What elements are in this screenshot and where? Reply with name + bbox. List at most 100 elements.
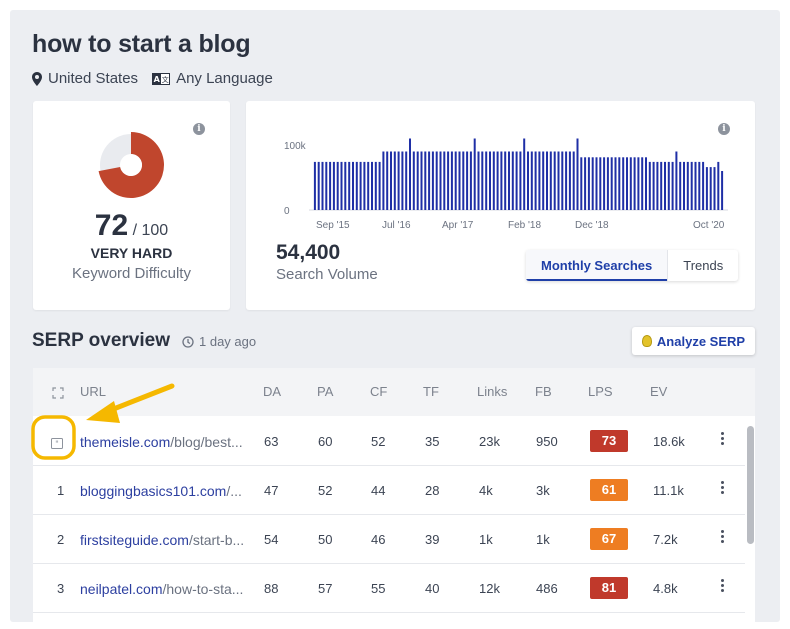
- difficulty-donut-chart: [98, 132, 164, 198]
- cell-cf: 44: [371, 483, 386, 498]
- result-path: /start-b...: [188, 532, 245, 548]
- lps-badge: 67: [590, 528, 628, 550]
- result-url[interactable]: themeisle.com/blog/best...: [80, 434, 252, 450]
- column-pa[interactable]: PA: [317, 384, 333, 399]
- keyword-overview-panel: how to start a blog United States A 文 An…: [10, 10, 780, 622]
- volume-bar: [702, 161, 705, 210]
- cell-tf: 28: [425, 483, 440, 498]
- table-row[interactable]: " themeisle.com/blog/best... 63 60 52 35…: [33, 417, 745, 466]
- volume-bar: [523, 138, 526, 210]
- lps-badge: 73: [590, 430, 628, 452]
- column-tf[interactable]: TF: [423, 384, 439, 399]
- cell-cf: 52: [371, 434, 386, 449]
- volume-bar: [656, 161, 659, 210]
- tab-monthly-searches[interactable]: Monthly Searches: [526, 250, 668, 281]
- result-path: /how-to-sta...: [162, 581, 244, 597]
- volume-bar: [527, 151, 529, 210]
- location-pin-icon: [32, 71, 42, 86]
- cell-links: 12k: [479, 581, 500, 596]
- column-da[interactable]: DA: [263, 384, 281, 399]
- cell-links: 1k: [479, 532, 493, 547]
- volume-bar: [393, 151, 396, 210]
- volume-bar: [439, 151, 442, 210]
- language-selector[interactable]: A 文 Any Language: [152, 70, 273, 87]
- x-tick-label: Oct '20: [693, 220, 725, 231]
- difficulty-label: Keyword Difficulty: [72, 265, 191, 282]
- x-tick-label: Dec '18: [575, 220, 609, 231]
- volume-bar: [641, 157, 644, 210]
- volume-bar: [565, 151, 568, 210]
- table-row[interactable]: 2 firstsiteguide.com/start-b... 54 50 46…: [33, 515, 745, 564]
- volume-bar: [709, 167, 712, 210]
- volume-bar: [664, 161, 666, 210]
- tab-trends[interactable]: Trends: [667, 250, 738, 281]
- search-volume-label: Search Volume: [276, 266, 378, 283]
- more-options-icon[interactable]: [721, 579, 725, 594]
- volume-bar: [637, 157, 640, 210]
- volume-bar: [466, 151, 469, 210]
- difficulty-level: VERY HARD: [90, 245, 173, 261]
- result-url[interactable]: firstsiteguide.com/start-b...: [80, 532, 252, 548]
- result-url[interactable]: bloggingbasics101.com/...: [80, 483, 252, 499]
- volume-bar: [683, 161, 685, 210]
- table-row[interactable]: 1 bloggingbasics101.com/... 47 52 44 28 …: [33, 466, 745, 515]
- column-fb[interactable]: FB: [535, 384, 552, 399]
- result-url[interactable]: neilpatel.com/how-to-sta...: [80, 581, 252, 597]
- column-cf[interactable]: CF: [370, 384, 387, 399]
- difficulty-donut-hole: [120, 154, 142, 176]
- column-links[interactable]: Links: [477, 384, 507, 399]
- table-scrollbar[interactable]: [747, 426, 754, 544]
- svg-text:A: A: [154, 75, 161, 84]
- table-row[interactable]: 3 neilpatel.com/how-to-sta... 88 57 55 4…: [33, 564, 745, 613]
- cell-fb: 486: [536, 581, 558, 596]
- cell-links: 4k: [479, 483, 493, 498]
- volume-bar: [690, 161, 693, 210]
- volume-bar: [591, 157, 594, 210]
- volume-bar: [344, 161, 347, 210]
- location-label: United States: [48, 70, 139, 87]
- volume-bar: [580, 157, 583, 210]
- volume-bar: [367, 161, 370, 210]
- volume-bar: [652, 161, 655, 210]
- cell-ev: 11.1k: [653, 483, 684, 498]
- result-rank: 2: [57, 532, 65, 547]
- more-options-icon[interactable]: [721, 481, 725, 496]
- location-selector[interactable]: United States: [32, 70, 138, 87]
- result-path: /...: [226, 483, 242, 499]
- volume-bar: [686, 161, 689, 210]
- volume-bar: [443, 151, 446, 210]
- volume-bar: [568, 151, 571, 210]
- volume-bar: [679, 161, 682, 210]
- cell-ev: 7.2k: [653, 532, 678, 547]
- volume-bar: [667, 161, 670, 210]
- volume-bar: [508, 151, 510, 210]
- cell-fb: 950: [536, 434, 558, 449]
- cell-fb: 3k: [536, 483, 550, 498]
- column-ev[interactable]: EV: [650, 384, 667, 399]
- volume-bar: [435, 151, 438, 210]
- volume-bar: [671, 161, 674, 210]
- volume-bar: [355, 161, 358, 210]
- cell-cf: 46: [371, 532, 386, 547]
- volume-bar: [572, 151, 575, 210]
- more-options-icon[interactable]: [721, 432, 725, 447]
- lightbulb-icon: [641, 335, 652, 347]
- volume-bar: [477, 151, 480, 210]
- x-tick-label: Sep '15: [316, 220, 350, 231]
- volume-bar: [462, 151, 465, 210]
- volume-bar: [519, 151, 522, 210]
- more-options-icon[interactable]: [721, 530, 725, 545]
- analyze-serp-button[interactable]: Analyze SERP: [632, 327, 755, 355]
- keyword-context: United States A 文 Any Language: [32, 70, 287, 87]
- volume-bar: [450, 151, 453, 210]
- volume-bar: [660, 161, 663, 210]
- serp-table: URL DA PA CF TF Links FB LPS EV " themei…: [33, 368, 755, 622]
- expand-icon[interactable]: [52, 387, 64, 399]
- volume-bar: [542, 151, 545, 210]
- volume-bar: [500, 151, 503, 210]
- volume-bar: [496, 151, 499, 210]
- column-url[interactable]: URL: [80, 384, 106, 399]
- volume-bar: [717, 161, 720, 210]
- column-lps[interactable]: LPS: [588, 384, 613, 399]
- quote-icon: ": [51, 438, 63, 449]
